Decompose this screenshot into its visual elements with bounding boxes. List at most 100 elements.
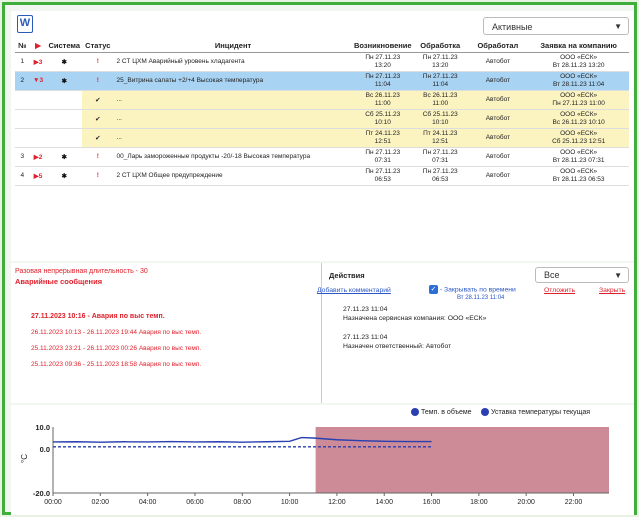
table-row[interactable]: 3 ▶2 ✱! 00_Ларь замороженные продукты -20/-…	[15, 147, 629, 167]
company-name: ООО «ЕСК»	[560, 167, 598, 175]
occurred-time: 11:00	[374, 99, 391, 107]
system-icon	[46, 90, 83, 110]
processed-date: Пн 27.11.23	[422, 53, 458, 61]
x-tick-label: 04:00	[139, 499, 157, 506]
alert-status-icon: !	[82, 71, 114, 91]
processed-date: Сб 25.11.23	[422, 110, 458, 118]
incident-title: 00_Ларь замороженные продукты -20/-18 Вы…	[113, 147, 353, 167]
alarm-region	[315, 427, 609, 493]
company-name: ООО «ЕСК»	[560, 129, 598, 137]
incident-title: ...	[113, 109, 353, 129]
occurred-date: Пн 27.11.23	[365, 148, 401, 156]
priority-indicator[interactable]	[29, 90, 47, 110]
occurred-time: 13:20	[374, 61, 391, 69]
log-entry-text: Назначена сервисная компания: ООО «ЕСК»	[343, 315, 487, 322]
priority-indicator[interactable]: ▼3	[29, 71, 47, 91]
processed-by: Автобот	[467, 166, 529, 186]
alarm-message-item: 25.11.2023 09:36 - 25.11.2023 18:58 Авар…	[31, 361, 202, 368]
processed-time: 10:10	[432, 118, 449, 126]
table-row[interactable]: ✔... Пт 24.11.23 12:51 Пт 24.11.23 12:51 Авто…	[15, 128, 629, 148]
close-by-time-option: ✓ - Закрывать по времени	[429, 285, 516, 294]
processed-time: 07:31	[432, 156, 449, 164]
processed-time: 13:20	[432, 61, 449, 69]
occurred-date: Вс 26.11.23	[365, 91, 400, 99]
company-request-deadline: Пн 27.11.23 11:00	[552, 99, 605, 107]
system-icon	[46, 109, 83, 129]
row-number: 3	[15, 147, 30, 167]
processed-date: Вс 26.11.23	[423, 91, 458, 99]
priority-indicator[interactable]: ▶2	[29, 147, 47, 167]
row-number: 1	[15, 52, 30, 72]
alarm-message-item: 27.11.2023 10:16 - Авария по выс темп.	[31, 313, 165, 320]
processed-by: Автобот	[467, 52, 529, 72]
word-export-icon[interactable]: W	[17, 15, 33, 33]
company-request-deadline: Вс 26.11.23 10:10	[552, 118, 605, 126]
incidents-table: № ▶ Система Статус Инцидент Возникновени…	[15, 39, 629, 186]
y-tick-label: 0.0	[40, 445, 50, 454]
priority-indicator[interactable]: ▶5	[29, 166, 47, 186]
x-tick-label: 06:00	[186, 499, 204, 506]
col-header-system[interactable]: Система	[46, 39, 83, 53]
col-header-priority[interactable]: ▶	[29, 39, 47, 53]
add-comment-link[interactable]: Добавить комментарий	[317, 287, 391, 294]
incident-title: ...	[113, 128, 353, 148]
processed-date: Пн 27.11.23	[422, 167, 458, 175]
app-frame: W Активные ▼ № ▶ Система Статус Инцидент…	[2, 2, 637, 515]
col-header-company-request[interactable]: Заявка на компанию	[528, 39, 629, 53]
close-link[interactable]: Закрыть	[599, 287, 625, 294]
col-header-processed[interactable]: Обработка	[412, 39, 468, 53]
x-tick-label: 12:00	[328, 499, 346, 506]
col-header-incident[interactable]: Инцидент	[113, 39, 353, 53]
priority-indicator[interactable]	[29, 128, 47, 148]
x-tick-label: 02:00	[92, 499, 110, 506]
col-header-number[interactable]: №	[15, 39, 30, 53]
y-tick-label: -20.0	[33, 489, 50, 498]
check-status-icon: ✔	[82, 109, 114, 129]
table-row[interactable]: 4 ▶5 ✱! 2 СТ ЦХМ Общее предупреждение Пн 27.…	[15, 166, 629, 186]
occurred-time: 06:53	[374, 175, 391, 183]
processed-time: 11:04	[432, 80, 449, 88]
company-name: ООО «ЕСК»	[560, 72, 598, 80]
action-log-entry: 27.11.23 11:04 Назначена сервисная компа…	[343, 305, 486, 323]
log-entry-text: Назначен ответственный: Автобот	[343, 343, 452, 350]
table-row[interactable]: ✔... Сб 25.11.23 10:10 Сб 25.11.23 10:10 Авто…	[15, 109, 629, 129]
col-header-occurred[interactable]: Возникновение	[352, 39, 413, 53]
processed-by: Автобот	[467, 71, 529, 91]
alarm-duration-text: Разовая непрерывная длительность - 30	[15, 268, 148, 275]
occurred-date: Пн 27.11.23	[365, 53, 401, 61]
company-request-deadline: Вт 28.11.23 06:53	[552, 175, 605, 183]
occurred-date: Пт 24.11.23	[365, 129, 400, 137]
incident-title: 25_Витрина салаты +2/+4 Высокая температ…	[113, 71, 353, 91]
incident-filter-value: Активные	[492, 22, 533, 32]
processed-by: Автобот	[467, 147, 529, 167]
alarm-message-item: 25.11.2023 23:21 - 26.11.2023 00:26 Авар…	[31, 345, 202, 352]
log-entry-time: 27.11.23 11:04	[343, 306, 388, 313]
system-icon: ✱	[46, 71, 83, 91]
table-row[interactable]: 1 ▶3 ✱! 2 СТ ЦХМ Аварийный уровень хладаген…	[15, 52, 629, 72]
col-header-status[interactable]: Статус	[82, 39, 114, 53]
occurred-time: 11:04	[374, 80, 391, 88]
occurred-time: 12:51	[374, 137, 391, 145]
table-row[interactable]: 2 ▼3 ✱! 25_Витрина салаты +2/+4 Высокая тем…	[15, 71, 629, 91]
incident-filter-select[interactable]: Активные ▼	[483, 17, 629, 35]
temperature-chart-panel: Темп. в объеме Уставка температуры текущ…	[11, 405, 634, 515]
row-number	[15, 109, 30, 129]
log-entry-time: 27.11.23 11:04	[343, 334, 388, 341]
postpone-link[interactable]: Отложить	[544, 287, 575, 294]
x-tick-label: 14:00	[375, 499, 393, 506]
priority-indicator[interactable]: ▶3	[29, 52, 47, 72]
chevron-down-icon: ▼	[614, 271, 622, 280]
processed-time: 06:53	[432, 175, 449, 183]
actions-filter-select[interactable]: Все ▼	[535, 267, 629, 283]
table-row[interactable]: ✔... Вс 26.11.23 11:00 Вс 26.11.23 11:00 Авто…	[15, 90, 629, 110]
company-name: ООО «ЕСК»	[560, 110, 598, 118]
x-tick-label: 00:00	[44, 499, 62, 506]
processed-by: Автобот	[467, 109, 529, 129]
occurred-date: Пн 27.11.23	[365, 167, 401, 175]
priority-indicator[interactable]	[29, 109, 47, 129]
row-number: 4	[15, 166, 30, 186]
close-by-time-checkbox[interactable]: ✓	[429, 285, 438, 294]
col-header-processed-by[interactable]: Обработал	[467, 39, 529, 53]
alert-status-icon: !	[82, 147, 114, 167]
temperature-chart: 10.0 0.0 -20.0 °C 00:00 02:00 04:00 06:00 08:00 1…	[20, 423, 609, 506]
